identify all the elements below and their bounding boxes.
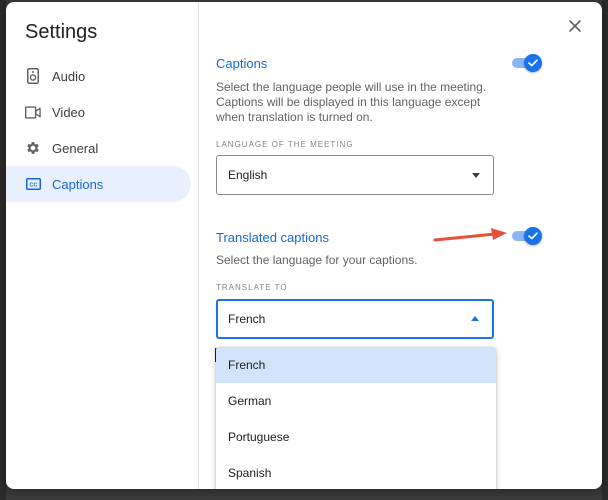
translated-captions-description: Select the language for your captions.	[216, 253, 418, 267]
check-icon	[524, 54, 542, 72]
sidebar-item-label: Audio	[52, 68, 86, 84]
option-spanish[interactable]: Spanish	[216, 455, 496, 489]
meeting-language-label: LANGUAGE OF THE MEETING	[216, 140, 354, 149]
captions-toggle[interactable]	[512, 54, 542, 72]
close-button[interactable]	[565, 18, 585, 38]
dialog-title: Settings	[25, 21, 98, 43]
sidebar-item-video[interactable]: Video	[6, 94, 198, 130]
option-french[interactable]: French	[216, 347, 496, 383]
background-right	[602, 0, 608, 500]
sidebar-item-label: Video	[52, 104, 86, 120]
translate-to-select[interactable]: French	[216, 299, 494, 339]
meeting-language-select[interactable]: English	[216, 155, 494, 195]
settings-dialog: Settings Audio Video General CC Captions…	[6, 2, 602, 489]
captions-description: Select the language people will use in t…	[216, 80, 487, 124]
sidebar-item-label: Captions	[52, 176, 104, 192]
close-icon	[569, 19, 581, 37]
settings-sidebar: Settings Audio Video General CC Captions	[6, 2, 199, 489]
closed-captions-icon: CC	[25, 176, 41, 192]
sidebar-item-general[interactable]: General	[6, 130, 198, 166]
caret-up-icon	[471, 316, 479, 321]
captions-title: Captions	[216, 56, 268, 71]
sidebar-item-audio[interactable]: Audio	[6, 58, 198, 94]
option-german[interactable]: German	[216, 383, 496, 419]
option-portuguese[interactable]: Portuguese	[216, 419, 496, 455]
meeting-language-value: English	[228, 168, 268, 182]
gear-icon	[25, 140, 41, 156]
caret-down-icon	[472, 173, 480, 178]
sidebar-item-label: General	[52, 140, 99, 156]
video-camera-icon	[25, 104, 41, 120]
translate-to-label: TRANSLATE TO	[216, 283, 288, 292]
svg-text:CC: CC	[29, 182, 37, 188]
translate-to-dropdown: French German Portuguese Spanish	[216, 347, 496, 489]
translated-captions-title: Translated captions	[216, 230, 329, 245]
translated-captions-toggle[interactable]	[512, 227, 542, 245]
speaker-icon	[25, 68, 41, 84]
annotation-arrow	[433, 228, 507, 242]
settings-nav: Audio Video General CC Captions	[6, 58, 198, 202]
sidebar-item-captions[interactable]: CC Captions	[6, 166, 191, 202]
translate-to-value: French	[228, 312, 266, 326]
check-icon	[524, 227, 542, 245]
